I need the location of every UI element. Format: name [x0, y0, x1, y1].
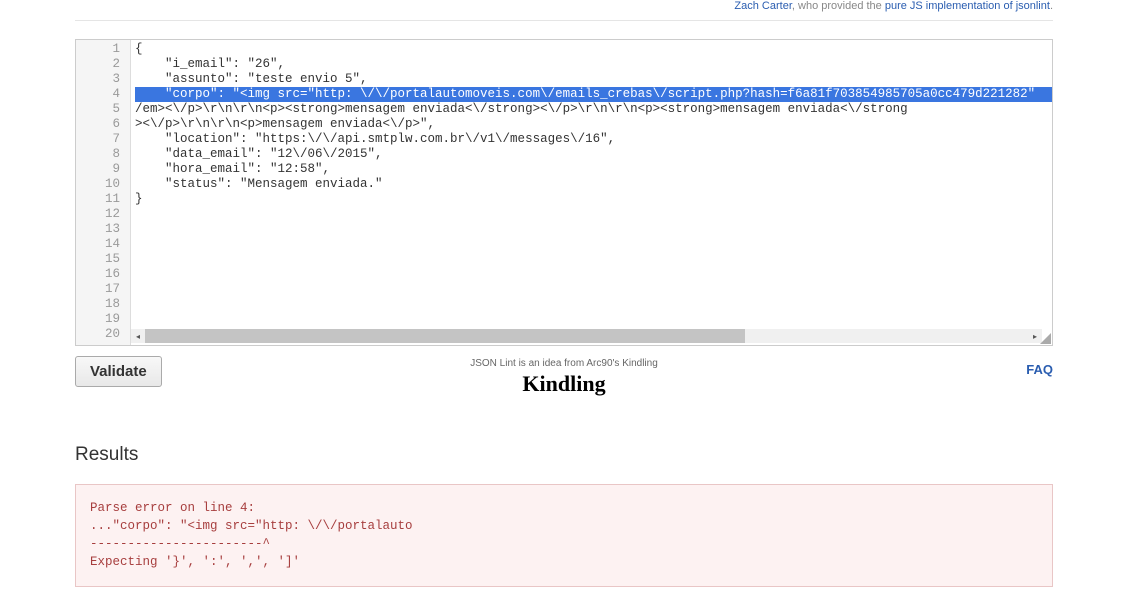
line-number: 14: [76, 237, 130, 252]
credits-right: Zach Carter, who provided the pure JS im…: [734, 0, 1053, 12]
line-number: 15: [76, 252, 130, 267]
line-number: 7: [76, 132, 130, 147]
author-link[interactable]: Zach Carter: [734, 0, 791, 12]
code-line[interactable]: [135, 312, 1052, 327]
code-line[interactable]: [135, 237, 1052, 252]
line-number: 9: [76, 162, 130, 177]
code-line[interactable]: [135, 222, 1052, 237]
credits-left-blank: [75, 0, 78, 12]
line-number: 12: [76, 207, 130, 222]
faq-link[interactable]: FAQ: [1026, 356, 1053, 377]
line-number: 8: [76, 147, 130, 162]
code-line[interactable]: "corpo": "<img src="http: \/\/portalauto…: [135, 87, 1052, 102]
json-editor[interactable]: 1234567891011121314151617181920 { "i_ema…: [75, 39, 1053, 346]
line-number: 18: [76, 297, 130, 312]
code-line[interactable]: }: [135, 192, 1052, 207]
pure-js-link[interactable]: pure JS implementation of jsonlint: [885, 0, 1050, 12]
code-line[interactable]: "data_email": "12\/06\/2015",: [135, 147, 1052, 162]
code-line[interactable]: [135, 252, 1052, 267]
code-line[interactable]: "i_email": "26",: [135, 57, 1052, 72]
code-line[interactable]: [135, 267, 1052, 282]
code-line[interactable]: [135, 207, 1052, 222]
credits-trail: , who provided the: [792, 0, 885, 12]
line-number: 5: [76, 102, 130, 117]
line-number: 10: [76, 177, 130, 192]
action-row: Validate JSON Lint is an idea from Arc90…: [75, 356, 1053, 404]
line-number: 19: [76, 312, 130, 327]
credits-center: JSON Lint is an idea from Arc90's Kindli…: [470, 356, 658, 397]
code-line[interactable]: ><\/p>\r\n\r\n<p>mensagem enviada<\/p>",: [135, 117, 1052, 132]
line-number: 2: [76, 57, 130, 72]
code-line[interactable]: "location": "https:\/\/api.smtplw.com.br…: [135, 132, 1052, 147]
scroll-track[interactable]: [145, 329, 1028, 343]
validate-button[interactable]: Validate: [75, 356, 162, 387]
results-heading: Results: [75, 444, 1053, 466]
line-number: 11: [76, 192, 130, 207]
scroll-left-arrow-icon[interactable]: ◂: [131, 329, 145, 343]
divider: [75, 20, 1053, 21]
scroll-thumb[interactable]: [145, 329, 745, 343]
line-number: 6: [76, 117, 130, 132]
code-line[interactable]: [135, 282, 1052, 297]
kindling-logo: Kindling: [470, 371, 658, 397]
top-credits: Zach Carter, who provided the pure JS im…: [75, 0, 1053, 20]
credits-text: JSON Lint is an idea from Arc90's Kindli…: [470, 358, 658, 369]
line-number-gutter: 1234567891011121314151617181920: [76, 40, 131, 345]
line-number: 4: [76, 87, 130, 102]
line-number: 17: [76, 282, 130, 297]
horizontal-scrollbar[interactable]: ◂ ▸: [131, 329, 1042, 343]
line-number: 13: [76, 222, 130, 237]
code-line[interactable]: /em><\/p>\r\n\r\n<p><strong>mensagem env…: [135, 102, 1052, 117]
code-line[interactable]: {: [135, 42, 1052, 57]
line-number: 20: [76, 327, 130, 342]
results-error-box: Parse error on line 4: ..."corpo": "<img…: [75, 484, 1053, 587]
code-textarea[interactable]: { "i_email": "26", "assunto": "teste env…: [131, 40, 1052, 345]
code-line[interactable]: "hora_email": "12:58",: [135, 162, 1052, 177]
code-line[interactable]: [135, 297, 1052, 312]
resize-handle-icon[interactable]: [1040, 333, 1051, 344]
line-number: 16: [76, 267, 130, 282]
line-number: 3: [76, 72, 130, 87]
code-line[interactable]: "status": "Mensagem enviada.": [135, 177, 1052, 192]
code-line[interactable]: "assunto": "teste envio 5",: [135, 72, 1052, 87]
line-number: 1: [76, 42, 130, 57]
